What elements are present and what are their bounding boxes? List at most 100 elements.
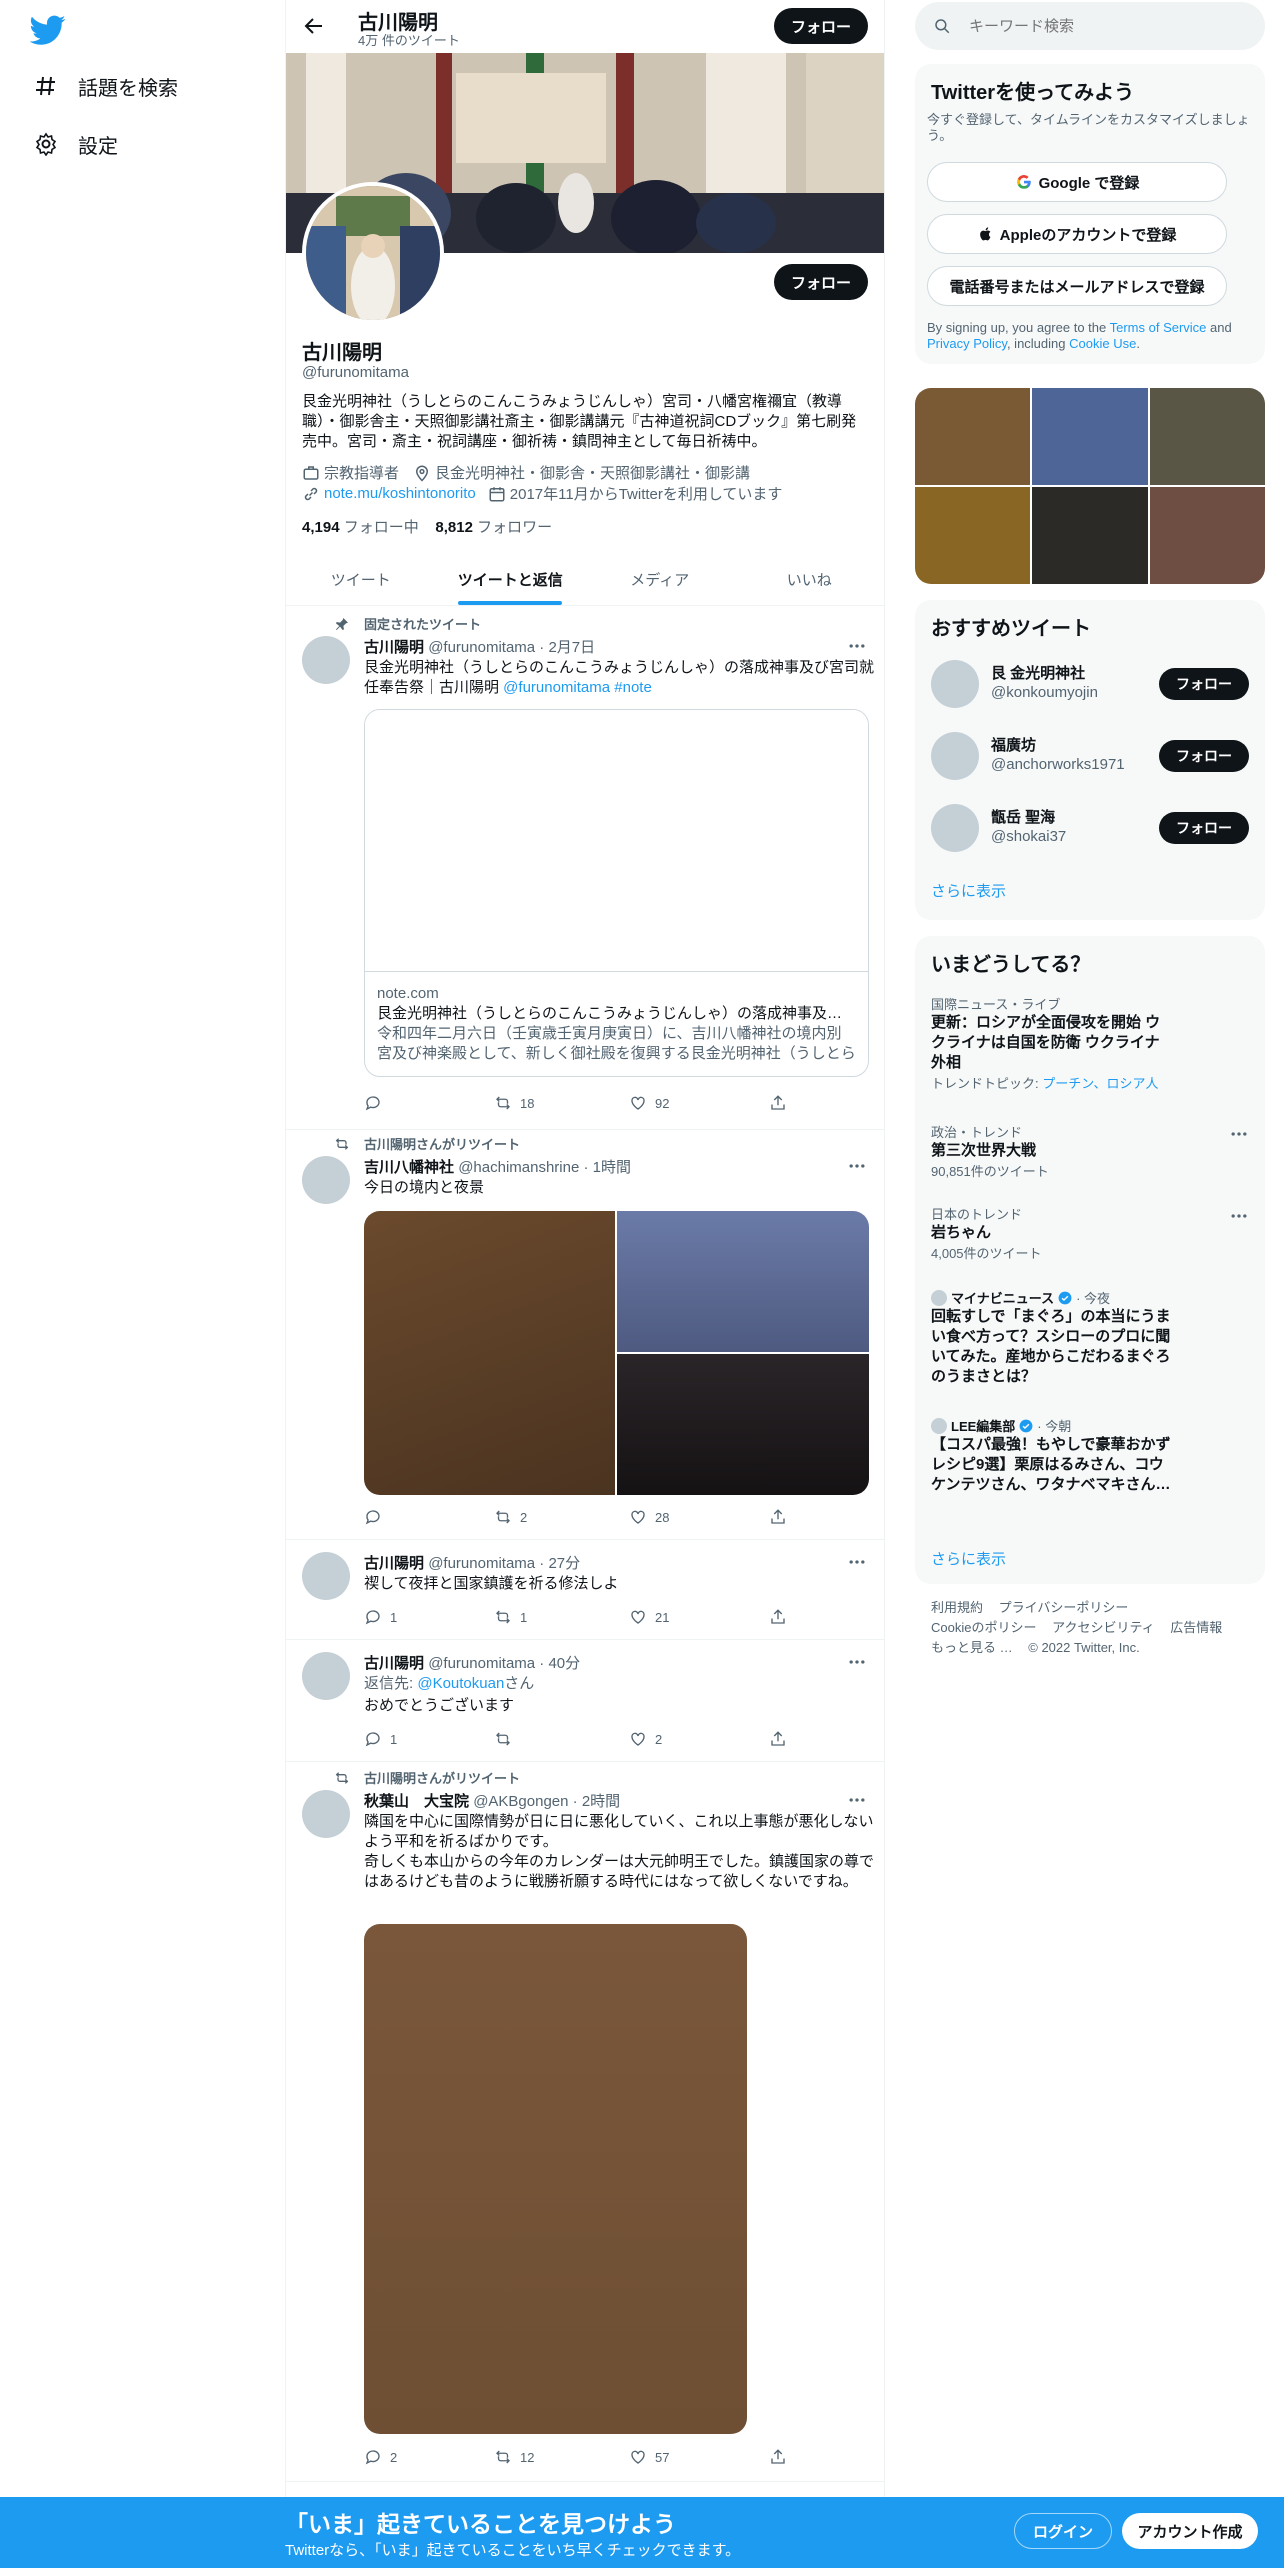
tab-tweets[interactable]: ツイート <box>286 553 436 605</box>
following-link[interactable]: 4,194 フォロー中 <box>302 519 419 536</box>
who-to-follow-show-more[interactable]: さらに表示 <box>931 880 1006 901</box>
create-account-button[interactable]: アカウント作成 <box>1122 2513 1258 2549</box>
tweet-author-name[interactable]: 古川陽明 <box>364 1555 424 1572</box>
privacy-policy-link[interactable]: Privacy Policy <box>927 336 1007 351</box>
header-follow-button[interactable]: フォロー <box>774 8 868 44</box>
share-button[interactable] <box>769 2448 795 2466</box>
who-to-follow-item[interactable]: 艮 金光明神社 @konkoumyojin フォロー <box>931 656 1249 712</box>
retweet-button[interactable]: 2 <box>494 1508 527 1526</box>
tab-likes[interactable]: いいね <box>735 553 885 605</box>
tweet[interactable]: 古川陽明 @furunomitama · 27分 禊して夜拝と国家鎮護を祈る修法… <box>286 1540 884 1640</box>
avatar[interactable] <box>931 804 979 852</box>
avatar[interactable] <box>931 732 979 780</box>
share-button[interactable] <box>769 1608 795 1626</box>
more-options-icon[interactable] <box>846 1156 868 1176</box>
share-button[interactable] <box>769 1730 795 1748</box>
nav-settings[interactable]: 設定 <box>32 120 118 168</box>
more-options-icon[interactable] <box>846 1552 868 1572</box>
reply-button[interactable] <box>364 1094 390 1112</box>
reply-button[interactable]: 1 <box>364 1730 397 1748</box>
tweet-time[interactable]: · 2時間 <box>573 1793 621 1810</box>
tweet-author-name[interactable]: 古川陽明 <box>364 1655 424 1672</box>
more-options-icon[interactable] <box>1229 1124 1249 1144</box>
arrow-left-icon[interactable] <box>302 14 326 38</box>
login-button[interactable]: ログイン <box>1014 2513 1112 2549</box>
reply-button[interactable] <box>364 1508 390 1526</box>
tweet-author-handle[interactable]: @AKBgongen <box>473 1793 568 1810</box>
avatar[interactable] <box>302 1790 350 1838</box>
trend-topic-links[interactable]: プーチン、ロシア人 <box>1042 1076 1158 1091</box>
tweet-retweeted[interactable]: 古川陽明さんがリツイート 吉川八幡神社 @hachimanshrine · 1時… <box>286 1130 884 1540</box>
avatar[interactable] <box>302 636 350 684</box>
follow-button[interactable]: フォロー <box>1159 812 1249 844</box>
search-box[interactable] <box>915 2 1265 50</box>
more-options-icon[interactable] <box>846 636 868 656</box>
search-input[interactable] <box>969 17 1239 35</box>
trend-item[interactable]: 日本のトレンド 岩ちゃん 4,005件のツイート <box>931 1204 1249 1262</box>
tweet-author-name[interactable]: 古川陽明 <box>364 639 424 656</box>
share-button[interactable] <box>769 1094 795 1112</box>
retweet-button[interactable]: 12 <box>494 2448 534 2466</box>
follow-button[interactable]: フォロー <box>1159 740 1249 772</box>
news-item[interactable]: LEE編集部 · 今朝 【コスパ最強！もやしで豪華おかずレシピ9選】栗原はるみさ… <box>931 1416 1249 1495</box>
tweet-reply[interactable]: 古川陽明 @furunomitama · 40分 返信先: @Koutokuan… <box>286 1640 884 1762</box>
footer-ads-link[interactable]: 広告情報 <box>1170 1620 1222 1635</box>
twitter-bird-icon[interactable] <box>30 12 66 48</box>
media-thumbnail[interactable] <box>1032 487 1148 584</box>
tweet-author-handle[interactable]: @furunomitama <box>428 1655 535 1672</box>
news-item[interactable]: マイナビニュース · 今夜 回転すしで「まぐろ」の本当にうまい食べ方って？スシロ… <box>931 1288 1249 1387</box>
tweet-photo[interactable] <box>364 1924 747 2434</box>
tweet-author-name[interactable]: 秋葉山 大宝院 <box>364 1793 469 1810</box>
media-thumbnail[interactable] <box>1032 388 1148 485</box>
followers-link[interactable]: 8,812 フォロワー <box>435 519 552 536</box>
more-options-icon[interactable] <box>846 1790 868 1810</box>
tweet-author-handle[interactable]: @furunomitama <box>428 639 535 656</box>
like-button[interactable]: 92 <box>629 1094 669 1112</box>
tweet-photo[interactable] <box>617 1354 869 1495</box>
profile-url[interactable]: note.mu/koshintonorito <box>324 485 476 502</box>
tab-tweets-and-replies[interactable]: ツイートと返信 <box>436 553 586 605</box>
link-card[interactable]: note.com 艮金光明神社（うしとらのこんこうみょうじんしゃ）の落成神事及び… <box>364 709 869 1077</box>
trend-item[interactable]: 政治・トレンド 第三次世界大戦 90,851件のツイート <box>931 1122 1249 1180</box>
footer-more-link[interactable]: もっと見る … <box>931 1640 1013 1655</box>
tweet-photo[interactable] <box>617 1211 869 1352</box>
tweet-pinned[interactable]: 固定されたツイート 古川陽明 @furunomitama · 2月7日 艮金光明… <box>286 606 884 1130</box>
avatar[interactable] <box>302 1156 350 1204</box>
media-thumbnail[interactable] <box>1150 487 1265 584</box>
media-thumbnail[interactable] <box>915 388 1030 485</box>
media-thumbnail[interactable] <box>915 487 1030 584</box>
avatar[interactable] <box>302 1552 350 1600</box>
share-button[interactable] <box>769 1508 795 1526</box>
footer-privacy-link[interactable]: プライバシーポリシー <box>999 1600 1129 1615</box>
phone-email-signup-button[interactable]: 電話番号またはメールアドレスで登録 <box>927 266 1227 306</box>
like-button[interactable]: 21 <box>629 1608 669 1626</box>
google-signup-button[interactable]: Google で登録 <box>927 162 1227 202</box>
reply-button[interactable]: 1 <box>364 1608 397 1626</box>
tweet-author-handle[interactable]: @hachimanshrine <box>458 1159 579 1176</box>
mention-link[interactable]: @furunomitama <box>503 679 610 696</box>
tab-media[interactable]: メディア <box>585 553 735 605</box>
terms-of-service-link[interactable]: Terms of Service <box>1110 320 1207 335</box>
more-options-icon[interactable] <box>846 1652 868 1672</box>
cookie-use-link[interactable]: Cookie Use <box>1069 336 1136 351</box>
nav-explore[interactable]: 話題を検索 <box>32 62 178 110</box>
apple-signup-button[interactable]: Appleのアカウントで登録 <box>927 214 1227 254</box>
like-button[interactable]: 2 <box>629 1730 662 1748</box>
retweet-button[interactable]: 18 <box>494 1094 534 1112</box>
retweet-button[interactable]: 1 <box>494 1608 527 1626</box>
follow-button[interactable]: フォロー <box>1159 668 1249 700</box>
trend-item[interactable]: 国際ニュース・ライブ 更新：ロシアが全面侵攻を開始 ウクライナは自国を防衛 ウク… <box>931 994 1249 1092</box>
trends-show-more[interactable]: さらに表示 <box>931 1548 1006 1569</box>
footer-cookie-link[interactable]: Cookieのポリシー <box>931 1620 1036 1635</box>
reply-button[interactable]: 2 <box>364 2448 397 2466</box>
profile-avatar[interactable] <box>302 182 444 324</box>
like-button[interactable]: 57 <box>629 2448 669 2466</box>
avatar[interactable] <box>302 1652 350 1700</box>
more-options-icon[interactable] <box>1229 1206 1249 1226</box>
tweet-retweeted[interactable]: 古川陽明さんがリツイート 秋葉山 大宝院 @AKBgongen · 2時間 隣国… <box>286 1762 884 2482</box>
reply-to-link[interactable]: @Koutokuan <box>417 1675 504 1692</box>
tweet-time[interactable]: · 2月7日 <box>539 639 595 656</box>
avatar[interactable] <box>931 660 979 708</box>
footer-terms-link[interactable]: 利用規約 <box>931 1600 983 1615</box>
tweet-author-handle[interactable]: @furunomitama <box>428 1555 535 1572</box>
